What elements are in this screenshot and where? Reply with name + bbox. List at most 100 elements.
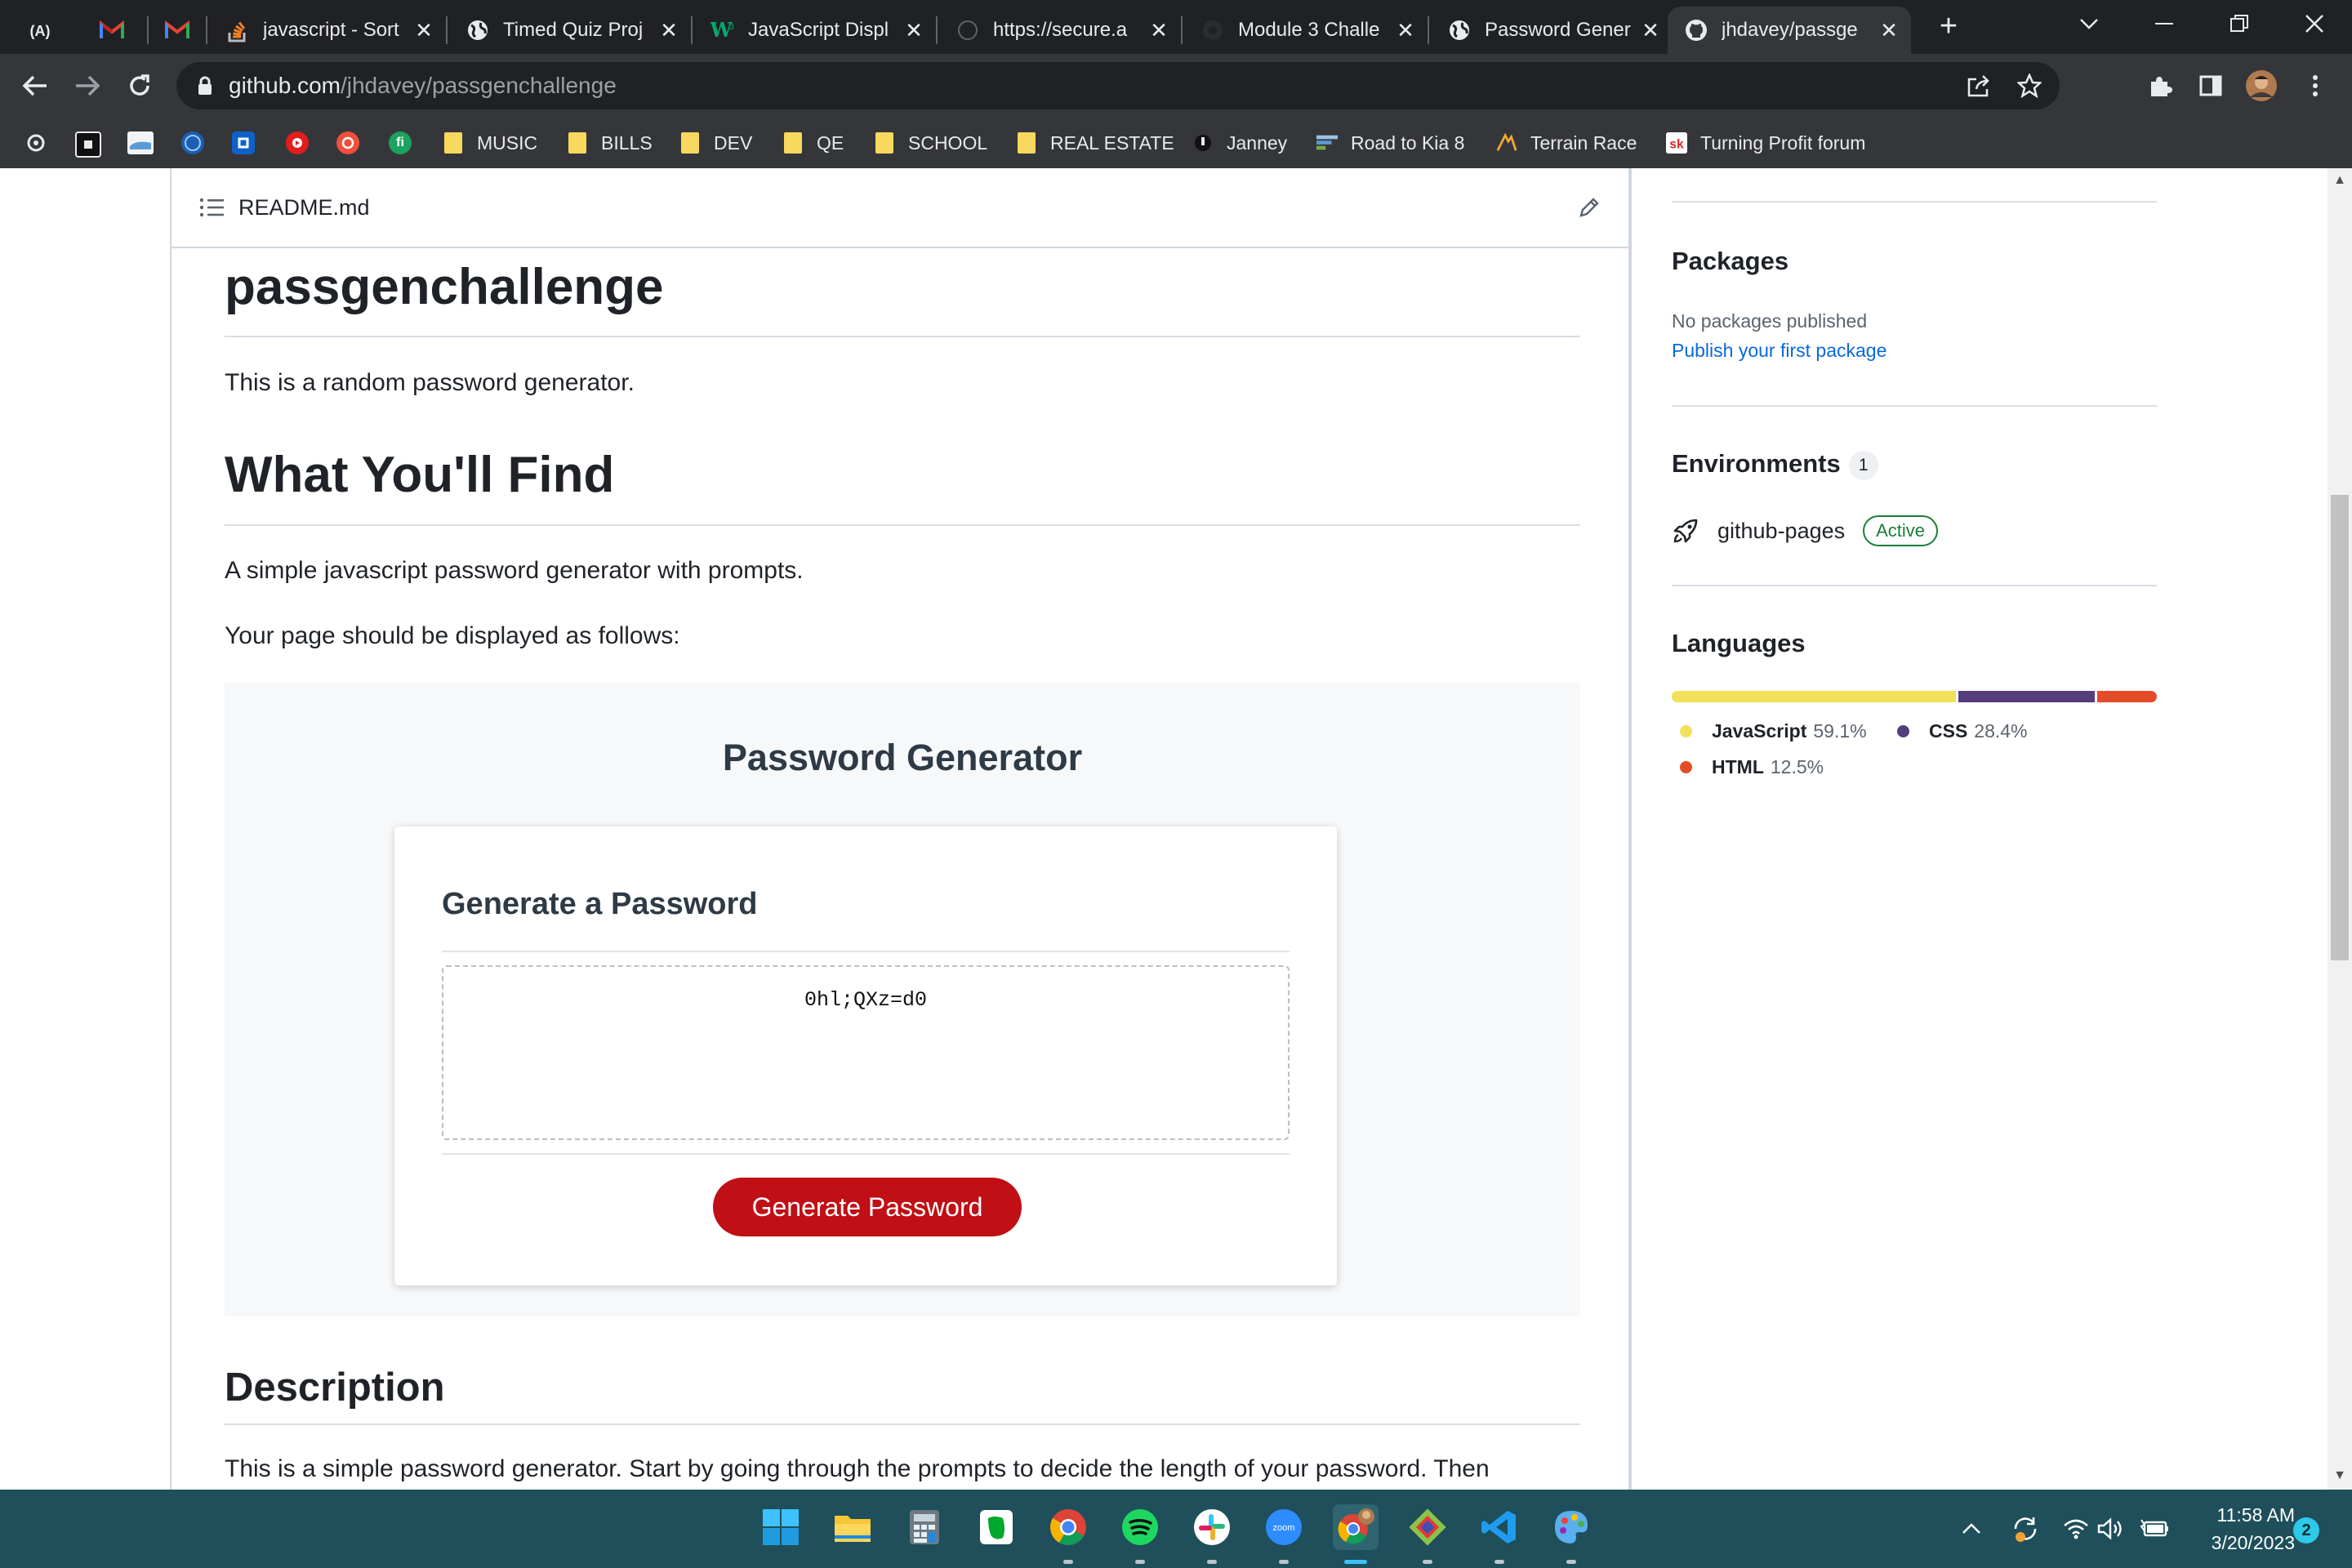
close-icon[interactable]: ✕ xyxy=(1637,18,1664,43)
close-icon[interactable]: ✕ xyxy=(1145,18,1173,43)
tab-pinned-gmail-2[interactable] xyxy=(149,7,214,54)
folder-icon xyxy=(1016,132,1037,154)
bookmark-folder-qe[interactable]: QE xyxy=(782,127,844,158)
packages-heading[interactable]: Packages xyxy=(1672,247,1788,276)
bookmark-folder-dev[interactable]: DEV xyxy=(679,127,752,158)
tab-module3[interactable]: Module 3 Challe ✕ xyxy=(1184,7,1428,54)
youtube-bookmark-icon[interactable] xyxy=(286,131,309,154)
tab-title: https://secure.a xyxy=(993,19,1128,41)
windows-start-icon[interactable] xyxy=(758,1504,804,1550)
volume-icon[interactable] xyxy=(2096,1514,2125,1544)
new-tab-button[interactable]: + xyxy=(1932,10,1965,42)
minimize-button[interactable] xyxy=(2127,0,2202,47)
scroll-up-icon[interactable]: ▲ xyxy=(2328,173,2352,188)
restore-icon xyxy=(2230,15,2248,32)
tab-timed-quiz[interactable]: Timed Quiz Proj ✕ xyxy=(449,7,691,54)
wifi-icon[interactable] xyxy=(2061,1514,2091,1544)
side-panel-button[interactable] xyxy=(2194,69,2228,103)
bookmark-road-to-kia[interactable]: Road to Kia 8 xyxy=(1316,127,1464,158)
outline-list-icon[interactable] xyxy=(199,198,224,217)
share-icon[interactable] xyxy=(1967,74,1991,97)
zoom-icon[interactable]: zoom xyxy=(1261,1504,1307,1550)
svg-text:3: 3 xyxy=(729,23,734,32)
close-window-button[interactable] xyxy=(2277,0,2352,47)
close-icon[interactable]: ✕ xyxy=(655,18,683,43)
fi-bookmark-icon[interactable]: fi xyxy=(389,131,412,154)
openai-bookmark-icon[interactable] xyxy=(24,131,47,154)
bookmark-folder-real-estate[interactable]: REAL ESTATE xyxy=(1016,127,1174,158)
minimize-icon xyxy=(2155,23,2173,24)
chevron-up-icon[interactable] xyxy=(1958,1516,1984,1542)
slack-icon[interactable] xyxy=(1189,1504,1235,1550)
spotify-icon[interactable] xyxy=(1117,1504,1163,1550)
weather-bookmark-icon[interactable] xyxy=(127,131,154,154)
git-icon[interactable] xyxy=(1405,1504,1450,1550)
evernote-icon[interactable] xyxy=(973,1504,1019,1550)
circle-logo-icon xyxy=(956,18,980,42)
bookmark-label: Janney xyxy=(1227,131,1288,154)
scrollbar-thumb[interactable] xyxy=(2331,495,2349,960)
scroll-down-icon[interactable]: ▼ xyxy=(2328,1468,2352,1483)
tab-w3schools[interactable]: W3 JavaScript Displ ✕ xyxy=(694,7,936,54)
reload-button[interactable] xyxy=(119,65,160,106)
bookmark-folder-bills[interactable]: BILLS xyxy=(567,127,653,158)
tab-secure[interactable]: https://secure.a ✕ xyxy=(939,7,1181,54)
globe-bookmark-icon[interactable] xyxy=(181,131,204,154)
close-icon[interactable]: ✕ xyxy=(410,18,438,43)
profile-button[interactable] xyxy=(2244,69,2278,103)
tab-stackoverflow[interactable]: javascript - Sort ✕ xyxy=(209,7,446,54)
bookmark-star-icon[interactable] xyxy=(2017,74,2042,98)
close-icon[interactable]: ✕ xyxy=(1392,18,1419,43)
lock-icon xyxy=(198,76,212,95)
language-name: HTML xyxy=(1712,756,1764,777)
environments-label: Environments xyxy=(1672,449,1841,478)
back-button[interactable] xyxy=(15,65,56,106)
bookmark-turning-profit[interactable]: sk Turning Profit forum xyxy=(1666,127,1865,158)
calculator-icon[interactable] xyxy=(902,1504,947,1550)
vscode-icon[interactable] xyxy=(1477,1504,1522,1550)
bank-bookmark-icon[interactable] xyxy=(232,131,255,154)
tab-github-active[interactable]: jhdavey/passge ✕ xyxy=(1668,7,1911,54)
chrome-icon[interactable] xyxy=(1045,1504,1091,1550)
publish-package-link[interactable]: Publish your first package xyxy=(1672,340,1886,362)
square-bookmark-icon[interactable] xyxy=(75,131,101,158)
browser-toolbar: github.com/jhdavey/passgenchallenge xyxy=(0,54,2352,118)
tab-pinned-gmail-1[interactable] xyxy=(83,7,149,54)
environment-item[interactable]: github-pages Active xyxy=(1672,514,1939,547)
chrome-menu-button[interactable] xyxy=(2298,69,2332,103)
pencil-icon[interactable] xyxy=(1578,196,1601,219)
tab-password-generator[interactable]: Password Gener ✕ xyxy=(1431,7,1673,54)
language-item-html[interactable]: HTML 12.5% xyxy=(1680,756,1824,778)
file-explorer-icon[interactable] xyxy=(830,1504,875,1550)
bookmark-terrain-race[interactable]: Terrain Race xyxy=(1496,127,1637,158)
system-clock[interactable]: 11:58 AM 3/20/2023 xyxy=(2180,1501,2295,1557)
page-scrollbar[interactable]: ▲ ▼ xyxy=(2328,168,2352,1490)
sync-icon[interactable] xyxy=(2009,1512,2042,1545)
environments-heading[interactable]: Environments 1 xyxy=(1672,449,1878,480)
bookmark-label: BILLS xyxy=(601,131,653,154)
language-item-css[interactable]: CSS 28.4% xyxy=(1897,720,2028,742)
restore-button[interactable] xyxy=(2202,0,2277,47)
tab-search-button[interactable] xyxy=(2051,0,2127,47)
address-bar[interactable]: github.com/jhdavey/passgenchallenge xyxy=(176,62,2060,109)
bookmark-folder-music[interactable]: MUSIC xyxy=(443,127,537,158)
bookmark-folder-school[interactable]: SCHOOL xyxy=(874,127,987,158)
music-bookmark-icon[interactable] xyxy=(336,131,359,154)
packages-empty-text: No packages published xyxy=(1672,310,1868,332)
tab-pinned-1[interactable]: (A) xyxy=(11,7,83,54)
extensions-button[interactable] xyxy=(2143,69,2177,103)
language-item-javascript[interactable]: JavaScript 59.1% xyxy=(1680,720,1867,742)
tab-title: jhdavey/passge xyxy=(1722,19,1858,41)
environment-name[interactable]: github-pages xyxy=(1717,519,1845,544)
chrome-profile-icon[interactable] xyxy=(1333,1504,1379,1550)
bookmark-label: Terrain Race xyxy=(1530,131,1637,154)
tab-title: Module 3 Challe xyxy=(1238,19,1380,41)
forward-button[interactable] xyxy=(67,65,108,106)
paint-icon[interactable] xyxy=(1548,1504,1594,1550)
bookmark-janney[interactable]: Janney xyxy=(1192,127,1287,158)
tab-strip: (A) javascript - Sort ✕ Timed Quiz Proj … xyxy=(0,0,2352,54)
notification-badge[interactable]: 2 xyxy=(2293,1517,2319,1544)
close-icon[interactable]: ✕ xyxy=(900,18,928,43)
battery-icon[interactable] xyxy=(2138,1514,2171,1544)
close-icon[interactable]: ✕ xyxy=(1875,18,1903,43)
